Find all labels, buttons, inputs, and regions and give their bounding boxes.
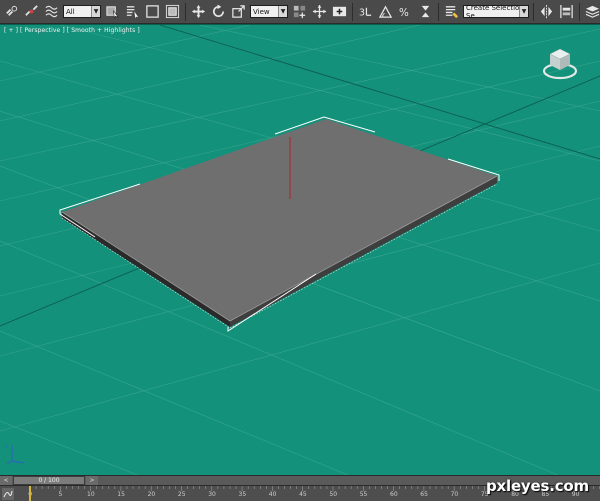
selection-filter-dropdown[interactable]: All ▼ [63, 5, 101, 18]
watermark-text: pxleyes.com [486, 477, 589, 495]
edit-named-sel-icon[interactable] [443, 3, 460, 20]
toolbar-separator [579, 2, 580, 21]
ruler-tick-label: 25 [177, 491, 186, 498]
ruler-tick-label: 10 [87, 491, 95, 498]
toolbar-separator [352, 2, 353, 21]
ruler-tick-label: 30 [208, 491, 216, 498]
select-by-name-icon[interactable] [124, 3, 141, 20]
ruler-tick-label: 70 [450, 491, 459, 498]
time-slider-prev-button[interactable]: < [0, 476, 12, 485]
manipulate-icon[interactable] [311, 3, 328, 20]
time-slider-next-button[interactable]: > [86, 476, 98, 485]
viewport-scene[interactable] [0, 25, 600, 476]
rect-selection-icon[interactable] [144, 3, 161, 20]
perspective-viewport[interactable]: [ + ] [ Perspective ] [ Smooth + Highlig… [0, 24, 600, 476]
reference-coord-dropdown[interactable]: View ▼ [250, 5, 288, 18]
ruler-tick-label: 40 [268, 491, 277, 498]
scale-icon[interactable] [230, 3, 247, 20]
ruler-tick-label: 55 [359, 491, 368, 498]
mini-curve-editor-icon[interactable] [2, 488, 14, 500]
mirror-icon[interactable] [538, 3, 555, 20]
keyboard-shortcut-icon[interactable] [331, 3, 348, 20]
chevron-down-icon: ▼ [278, 6, 287, 17]
unlink-icon[interactable] [23, 3, 40, 20]
move-icon[interactable] [190, 3, 207, 20]
axis-tripod-icon: z [5, 444, 25, 465]
angle-snap-icon[interactable] [377, 3, 394, 20]
snaps-icon[interactable]: 3 [357, 3, 374, 20]
spinner-snap-icon[interactable] [417, 3, 434, 20]
selection-filter-value: All [66, 7, 75, 16]
svg-text:z: z [5, 444, 8, 450]
link-icon[interactable] [3, 3, 20, 20]
percent-snap-icon[interactable]: % [397, 3, 414, 20]
select-object-icon[interactable] [104, 3, 121, 20]
viewcube-icon[interactable] [541, 44, 579, 82]
svg-text:3: 3 [359, 7, 365, 18]
ruler-tick-label: 45 [299, 491, 307, 498]
named-selection-dropdown[interactable]: Create Selection Se ▼ [463, 4, 529, 20]
box-object [59, 116, 500, 332]
bind-spacewarp-icon[interactable] [43, 3, 60, 20]
chevron-down-icon: ▼ [91, 6, 100, 17]
chevron-down-icon: ▼ [519, 6, 528, 17]
ruler-tick-label: 60 [390, 491, 398, 498]
layer-manager-icon[interactable] [584, 3, 600, 20]
ruler-tick-label: 50 [329, 491, 338, 498]
rotate-icon[interactable] [210, 3, 227, 20]
box-top-face [62, 119, 497, 321]
pivot-icon[interactable] [291, 3, 308, 20]
time-slider-thumb[interactable]: 0 / 100 [13, 476, 85, 485]
ruler-tick-label: 15 [117, 491, 125, 498]
current-frame-marker[interactable] [29, 486, 31, 501]
viewport-label[interactable]: [ + ] [ Perspective ] [ Smooth + Highlig… [4, 27, 140, 34]
window-crossing-icon[interactable] [164, 3, 181, 20]
reference-coord-value: View [253, 7, 270, 16]
toolbar-separator [185, 2, 186, 21]
toolbar-separator [438, 2, 439, 21]
svg-text:%: % [399, 7, 409, 19]
main-toolbar: All ▼ View ▼ 3 % Create Selection Se ▼ [0, 0, 600, 24]
toolbar-separator [533, 2, 534, 21]
ruler-tick-label: 5 [58, 491, 63, 498]
ruler-tick-label: 65 [420, 491, 428, 498]
ruler-tick-label: 35 [238, 491, 247, 498]
ruler-tick-label: 20 [147, 491, 156, 498]
align-icon[interactable] [558, 3, 575, 20]
